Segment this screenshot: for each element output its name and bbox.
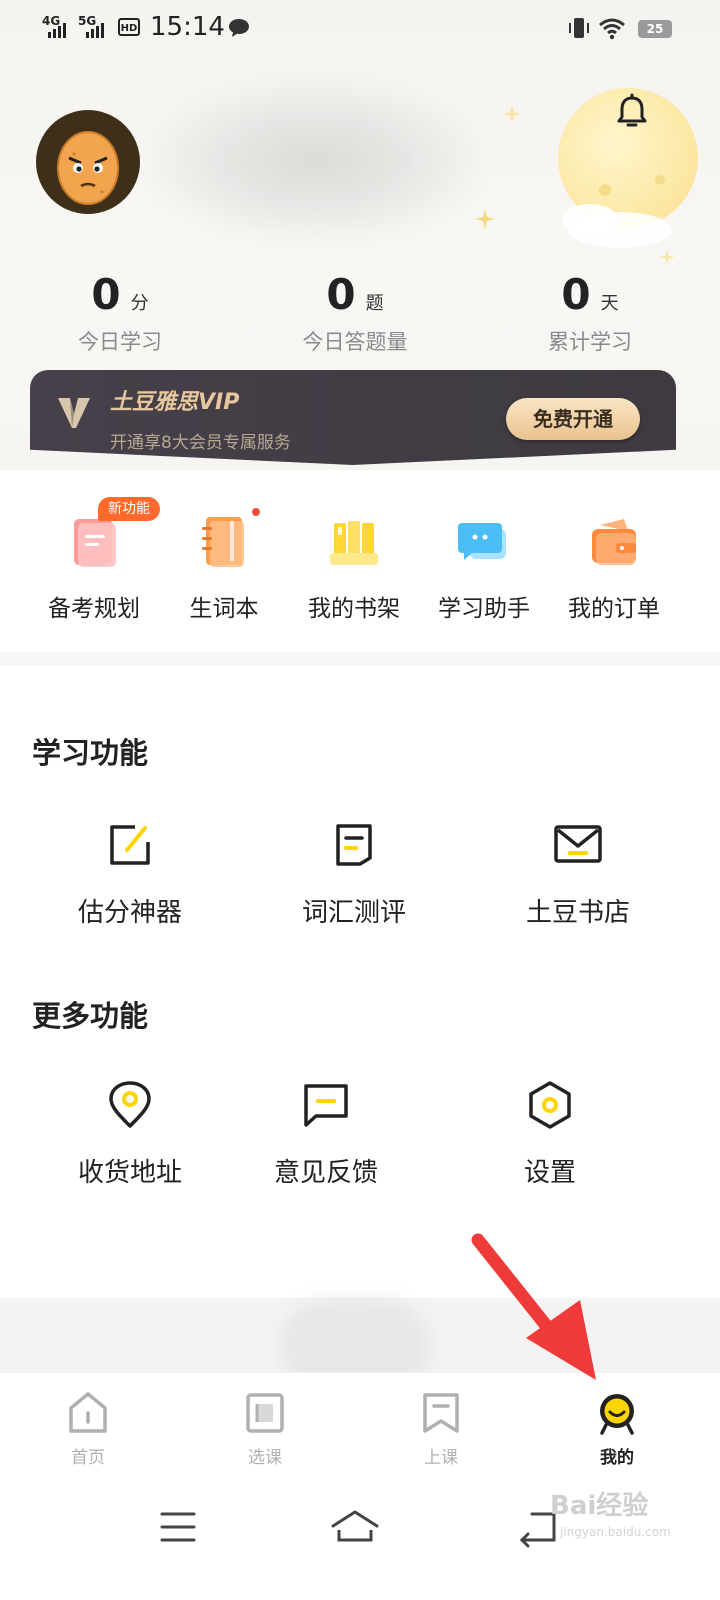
home-nav-icon[interactable] — [325, 1502, 385, 1552]
stat-label: 累计学习 — [548, 330, 632, 354]
course-icon — [246, 1393, 284, 1433]
sparkle-icon — [503, 105, 521, 123]
profile-face-icon — [600, 1394, 634, 1435]
more-item-feedback[interactable]: 意见反馈 — [226, 1080, 426, 1189]
avatar[interactable] — [36, 110, 140, 214]
more-item-label: 设置 — [523, 1158, 576, 1188]
watermark-text: Bai经验 — [550, 1490, 648, 1521]
vibrate-icon — [569, 18, 589, 38]
quick-item-label: 备考规划 — [48, 596, 140, 622]
signal-strength-icon — [48, 20, 66, 38]
edit-pen-icon — [110, 825, 150, 865]
quick-item-bookshelf[interactable]: 我的书架 — [289, 495, 419, 623]
learning-item-vocab-test[interactable]: 词汇测评 — [254, 820, 454, 929]
stat-value: 0 — [326, 270, 356, 319]
quick-item-label: 我的书架 — [308, 596, 400, 622]
bottom-tab-bar: 首页 选课 上课 我的 — [0, 1372, 720, 1473]
stat-unit: 题 — [365, 293, 384, 314]
quick-item-study-assistant[interactable]: 学习助手 — [419, 495, 549, 623]
learning-item-label: 土豆书店 — [525, 898, 630, 928]
assistant-chat-icon — [458, 523, 506, 560]
hd-voice-icon: HD — [118, 18, 140, 36]
stat-unit: 分 — [130, 293, 149, 314]
vip-logo-icon — [58, 398, 90, 428]
tab-profile[interactable]: 我的 — [557, 1391, 677, 1468]
baidu-jingyan-watermark-icon: Bai经验 jingyan.baidu.com — [550, 1490, 671, 1539]
stat-value: 0 — [91, 270, 121, 319]
stat-today-study[interactable]: 0分 今日学习 — [0, 270, 240, 356]
learning-item-label: 估分神器 — [77, 898, 182, 928]
battery-indicator: 25 — [638, 20, 672, 38]
learning-item-bookstore[interactable]: 土豆书店 — [478, 820, 678, 929]
document-icon — [336, 824, 372, 866]
notebook-icon — [202, 517, 244, 567]
wifi-icon — [599, 18, 625, 40]
bookmark-icon — [423, 1393, 459, 1433]
more-item-settings[interactable]: 设置 — [450, 1080, 650, 1189]
stat-value: 0 — [561, 270, 591, 319]
stat-today-answers[interactable]: 0题 今日答题量 — [235, 270, 475, 356]
mail-icon — [554, 825, 602, 863]
settings-hexagon-icon — [529, 1081, 571, 1129]
vip-banner[interactable]: 土豆雅思VIP 开通享8大会员专属服务 免费开通 — [30, 370, 676, 465]
tab-label: 上课 — [424, 1448, 458, 1468]
home-icon — [69, 1392, 107, 1433]
stat-total-days[interactable]: 0天 累计学习 — [470, 270, 710, 356]
status-time: 15:14 — [150, 12, 225, 42]
tab-label: 首页 — [71, 1448, 105, 1468]
vip-subtitle: 开通享8大会员专属服务 — [110, 433, 291, 453]
section-divider — [0, 652, 720, 666]
sparkle-icon — [659, 249, 675, 265]
vip-title: 土豆雅思VIP — [110, 390, 240, 415]
plan-icon — [74, 519, 116, 567]
section-title-more: 更多功能 — [32, 999, 149, 1033]
quick-item-label: 我的订单 — [568, 596, 660, 622]
tab-courses[interactable]: 选课 — [205, 1391, 325, 1468]
stat-unit: 天 — [600, 293, 619, 314]
quick-item-my-orders[interactable]: 我的订单 — [549, 495, 679, 623]
quick-item-label: 生词本 — [189, 596, 259, 622]
menu-icon[interactable] — [148, 1502, 208, 1552]
more-item-label: 收货地址 — [77, 1158, 182, 1188]
tab-label: 选课 — [248, 1448, 282, 1468]
username-blurred — [150, 80, 480, 240]
location-pin-icon — [109, 1081, 151, 1128]
more-item-label: 意见反馈 — [273, 1158, 378, 1188]
feedback-icon — [304, 1084, 348, 1127]
learning-item-label: 词汇测评 — [301, 898, 406, 928]
notification-bell-icon[interactable] — [612, 92, 652, 132]
signal-strength-icon — [86, 20, 104, 38]
quick-item-label: 学习助手 — [438, 596, 530, 622]
message-bubble-icon — [229, 19, 249, 37]
new-feature-badge: 新功能 — [98, 497, 160, 521]
tab-class[interactable]: 上课 — [381, 1391, 501, 1468]
tab-label: 我的 — [600, 1448, 634, 1468]
watermark-subtext: jingyan.baidu.com — [559, 1525, 671, 1539]
learning-item-score-estimator[interactable]: 估分神器 — [30, 820, 230, 929]
section-title-learning: 学习功能 — [32, 736, 149, 770]
sparkle-icon — [475, 209, 495, 229]
potato-avatar-icon — [57, 131, 119, 205]
tab-home[interactable]: 首页 — [28, 1391, 148, 1468]
vip-open-button[interactable]: 免费开通 — [506, 398, 640, 440]
more-item-shipping-address[interactable]: 收货地址 — [30, 1080, 230, 1189]
annotation-arrow-icon — [471, 1233, 596, 1380]
stat-label: 今日答题量 — [302, 330, 408, 354]
stat-label: 今日学习 — [78, 330, 162, 354]
bookshelf-icon — [330, 521, 378, 565]
notification-dot — [252, 508, 260, 516]
quick-item-vocab-book[interactable]: 生词本 — [159, 495, 289, 623]
status-bar: 4G 5G HD 15:14 25 — [0, 0, 720, 58]
wallet-icon — [592, 519, 636, 565]
